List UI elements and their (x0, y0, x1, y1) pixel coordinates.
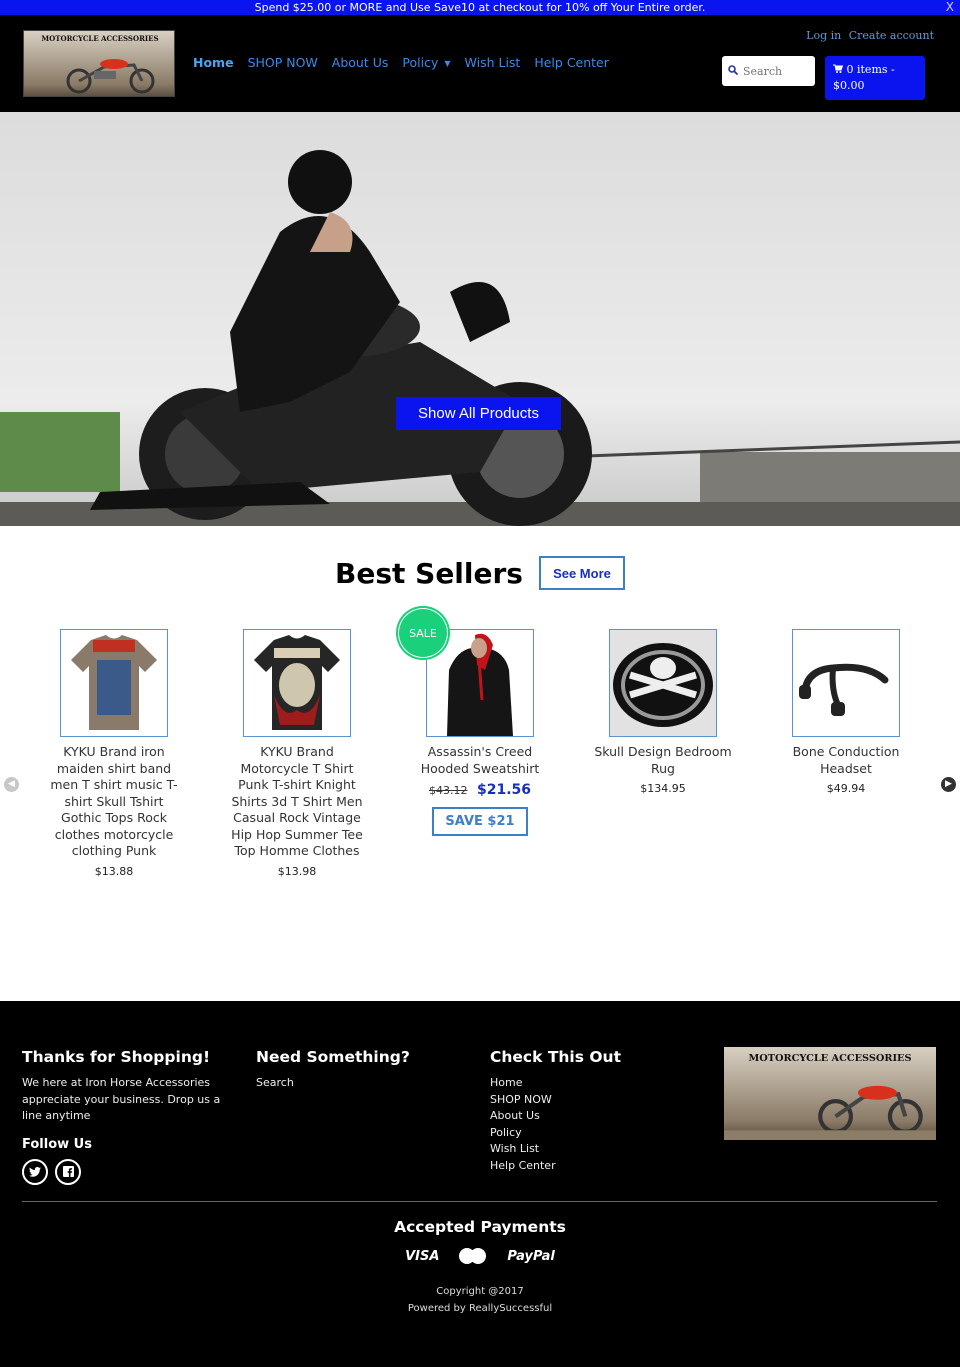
footer-divider (22, 1201, 937, 1202)
twitter-icon[interactable] (22, 1158, 48, 1185)
footer-thanks-title: Thanks for Shopping! (22, 1048, 211, 1066)
hero-banner: Show All Products (0, 112, 960, 526)
save-badge: SAVE $21 (432, 807, 528, 836)
facebook-icon[interactable] (55, 1158, 81, 1185)
footer-link-home[interactable]: Home (490, 1075, 690, 1092)
product-title[interactable]: KYKU Brand Motorcycle T Shirt Punk T-shi… (227, 744, 367, 860)
nav-about-us[interactable]: About Us (332, 55, 389, 70)
product-price-group: $43.12 $21.56 (410, 782, 550, 798)
product-card[interactable]: Assassin's Creed Hooded Sweatshirt $43.1… (410, 629, 550, 836)
svg-text:MOTORCYCLE ACCESSORIES: MOTORCYCLE ACCESSORIES (41, 34, 158, 43)
copyright-block: Copyright @2017 Powered by ReallySuccess… (0, 1284, 960, 1317)
nav-policy-label: Policy (402, 55, 439, 70)
nav-help-center[interactable]: Help Center (534, 55, 609, 70)
footer-link-policy[interactable]: Policy (490, 1125, 690, 1142)
logo[interactable]: MOTORCYCLE ACCESSORIES (23, 30, 175, 97)
hero-image (0, 112, 960, 526)
product-title[interactable]: Bone Conduction Headset (776, 744, 916, 777)
search-box (722, 56, 815, 86)
cart-icon (833, 63, 847, 76)
footer-col-thanks: Thanks for Shopping! We here at Iron Hor… (22, 1048, 237, 1185)
product-price: $134.95 (640, 782, 686, 795)
product-image[interactable] (243, 629, 351, 737)
nav-policy[interactable]: Policy ▼ (402, 55, 450, 70)
site-footer: Thanks for Shopping! We here at Iron Hor… (0, 1001, 960, 1367)
footer-link-about-us[interactable]: About Us (490, 1108, 690, 1125)
create-account-link[interactable]: Create account (849, 29, 934, 42)
footer-need-title: Need Something? (256, 1048, 410, 1066)
site-header: MOTORCYCLE ACCESSORIES Home SHOP NOW Abo… (0, 15, 960, 112)
product-image[interactable] (60, 629, 168, 737)
product-title[interactable]: Assassin's Creed Hooded Sweatshirt (410, 744, 550, 777)
product-price: $13.88 (94, 864, 134, 878)
product-card[interactable]: Skull Design Bedroom Rug $134.95 (593, 629, 733, 795)
visa-icon: VISA (405, 1248, 440, 1264)
footer-link-wish-list[interactable]: Wish List (490, 1141, 690, 1158)
product-card[interactable]: KYKU Brand iron maiden shirt band men T … (44, 629, 184, 878)
footer-link-help-center[interactable]: Help Center (490, 1158, 690, 1175)
chevron-left-icon[interactable]: ◀ (4, 777, 19, 792)
account-links: Log in Create account (802, 29, 934, 42)
footer-link-search[interactable]: Search (256, 1075, 456, 1092)
paypal-icon: PayPal (507, 1248, 555, 1264)
product-price: $49.94 (826, 782, 866, 795)
footer-logo: MOTORCYCLE ACCESSORIES (724, 1047, 936, 1140)
footer-check-title: Check This Out (490, 1048, 621, 1066)
chevron-right-icon[interactable]: ▶ (941, 777, 956, 792)
footer-col-check: Check This Out Home SHOP NOW About Us Po… (490, 1048, 690, 1174)
footer-col-need: Need Something? Search (256, 1048, 456, 1092)
footer-thanks-text: We here at Iron Horse Accessories apprec… (22, 1076, 221, 1122)
social-links (22, 1158, 237, 1185)
nav-home[interactable]: Home (193, 55, 234, 70)
mastercard-icon (459, 1248, 487, 1264)
payment-icons: VISA PayPal (0, 1248, 960, 1264)
payments-section: Accepted Payments VISA PayPal Copyright … (0, 1218, 960, 1317)
product-image[interactable] (609, 629, 717, 737)
accepted-payments-title: Accepted Payments (394, 1218, 566, 1236)
product-title[interactable]: Skull Design Bedroom Rug (593, 744, 733, 777)
search-icon[interactable] (728, 64, 739, 78)
best-sellers-title: Best Sellers (335, 556, 523, 590)
main-nav: Home SHOP NOW About Us Policy ▼ Wish List… (193, 55, 623, 70)
follow-us-label: Follow Us (22, 1136, 92, 1152)
product-old-price: $43.12 (428, 784, 468, 797)
show-all-products-button[interactable]: Show All Products (396, 397, 561, 430)
nav-shop-now[interactable]: SHOP NOW (248, 55, 318, 70)
see-more-button[interactable]: See More (538, 556, 625, 590)
search-input[interactable] (743, 64, 811, 78)
product-image[interactable] (792, 629, 900, 737)
product-title[interactable]: KYKU Brand iron maiden shirt band men T … (44, 744, 184, 860)
announcement-text: Spend $25.00 or MORE and Use Save10 at c… (254, 1, 706, 14)
announcement-bar: Spend $25.00 or MORE and Use Save10 at c… (0, 0, 960, 15)
powered-by-text: Powered by ReallySuccessful (407, 1302, 553, 1314)
product-card[interactable]: Bone Conduction Headset $49.94 (776, 629, 916, 795)
product-sale-price: $21.56 (476, 782, 532, 798)
footer-link-shop-now[interactable]: SHOP NOW (490, 1092, 690, 1109)
best-sellers-header: Best Sellers See More (0, 556, 960, 590)
caret-down-icon: ▼ (444, 59, 451, 68)
copyright-text: Copyright @2017 (436, 1286, 524, 1297)
svg-text:MOTORCYCLE ACCESSORIES: MOTORCYCLE ACCESSORIES (748, 1053, 911, 1064)
product-card[interactable]: KYKU Brand Motorcycle T Shirt Punk T-shi… (227, 629, 367, 878)
login-link[interactable]: Log in (806, 29, 841, 42)
product-price: $13.98 (277, 864, 317, 878)
sale-badge: SALE (396, 606, 450, 660)
nav-wish-list[interactable]: Wish List (465, 55, 521, 70)
cart-button[interactable]: 0 items - $0.00 (825, 56, 925, 100)
close-icon[interactable]: X (946, 0, 954, 15)
